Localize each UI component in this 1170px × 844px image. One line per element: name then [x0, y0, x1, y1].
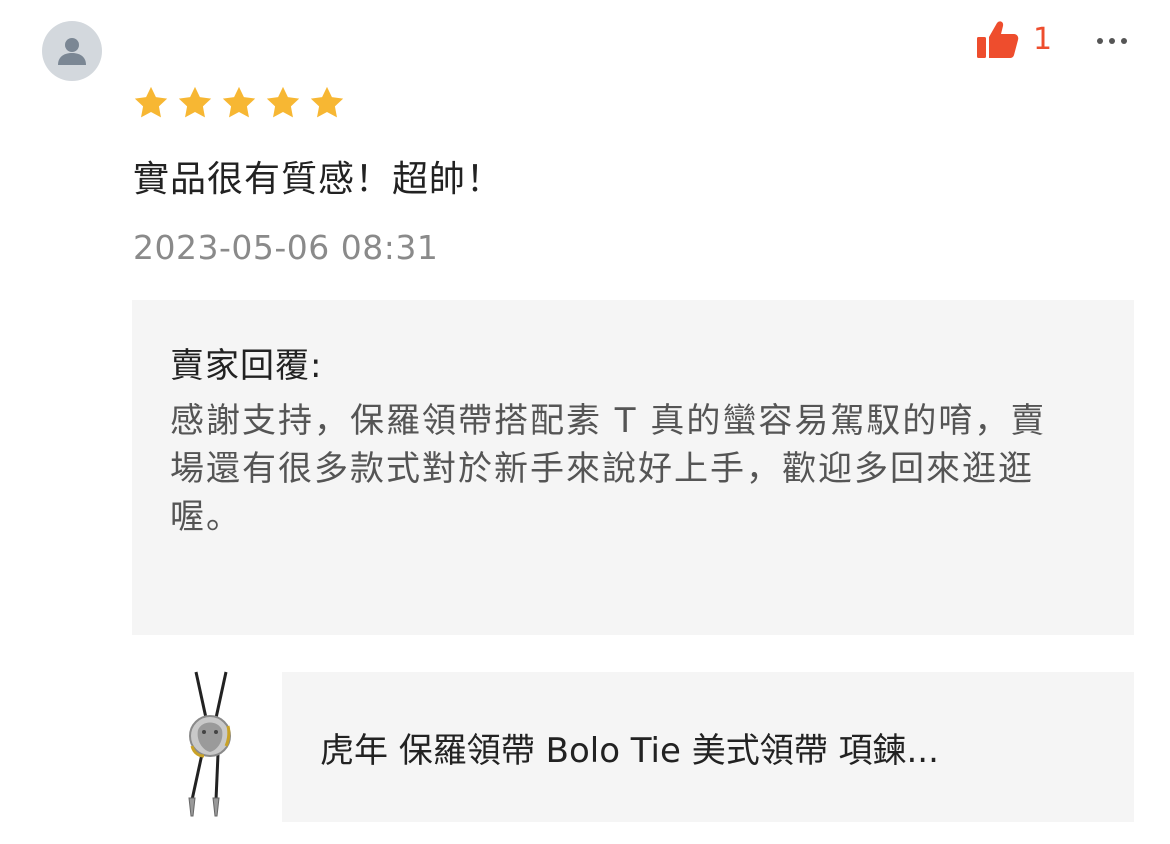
thumbs-up-icon	[977, 21, 1019, 58]
like-button[interactable]: 1	[975, 20, 1052, 60]
product-name: 虎年 保羅領帶 Bolo Tie 美式領帶 項鍊...	[320, 730, 939, 771]
product-thumbnail[interactable]	[168, 670, 250, 820]
like-count: 1	[1033, 22, 1053, 57]
star-icon	[178, 86, 212, 118]
review-text: 實品很有質感！超帥！	[133, 159, 504, 200]
review-date: 2023-05-06 08:31	[133, 228, 439, 267]
seller-reply-title: 賣家回覆:	[170, 346, 323, 386]
avatar[interactable]	[42, 21, 102, 81]
seller-reply-body: 感謝支持，保羅領帶搭配素 T 真的蠻容易駕馭的唷，賣場還有很多款式對於新手來說好…	[170, 401, 1047, 537]
star-icon	[222, 86, 256, 118]
product-link[interactable]: 虎年 保羅領帶 Bolo Tie 美式領帶 項鍊...	[282, 672, 1134, 822]
star-icon	[134, 86, 168, 118]
user-avatar-icon	[58, 38, 86, 65]
seller-reply: 賣家回覆: 感謝支持，保羅領帶搭配素 T 真的蠻容易駕馭的唷，賣場還有很多款式對…	[132, 300, 1134, 635]
more-dots-icon	[1097, 38, 1127, 44]
more-options-button[interactable]	[1092, 26, 1132, 56]
bolo-tie-image	[188, 671, 231, 817]
star-rating	[132, 84, 346, 122]
star-icon	[310, 86, 344, 118]
star-icon	[266, 86, 300, 118]
